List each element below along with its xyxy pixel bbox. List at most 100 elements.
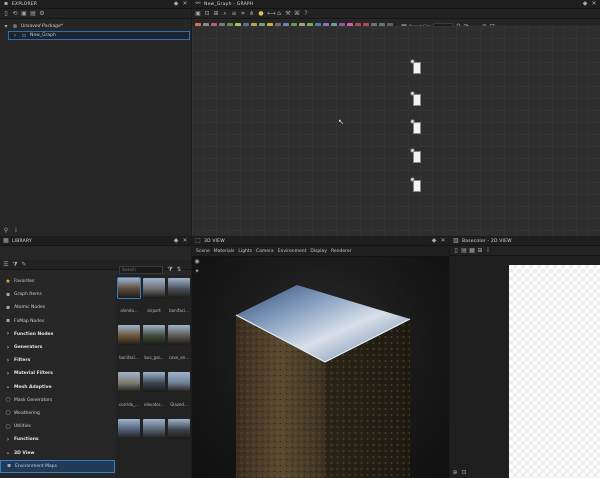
comment-icon[interactable]: ▣ <box>195 10 201 17</box>
menu-camera[interactable]: Camera <box>256 249 274 254</box>
info-icon[interactable]: ⅰ <box>13 228 19 234</box>
close-icon[interactable]: ✕ <box>182 1 188 7</box>
filter-icon[interactable]: ⧩ <box>167 267 173 273</box>
environment-map-thumbnail[interactable] <box>118 325 140 345</box>
explorer-toolbar: ▯ ⟲ ▣ ▤ ⚙ <box>0 9 191 19</box>
library-category-item[interactable]: › Function Nodes <box>0 328 115 341</box>
environment-map-thumbnail[interactable] <box>143 278 165 298</box>
output-node[interactable] <box>410 148 421 163</box>
output-node[interactable] <box>410 59 421 74</box>
close-icon[interactable]: ✕ <box>591 1 597 7</box>
circle-icon: ○ <box>5 396 11 404</box>
magic-icon[interactable]: ⚒ <box>285 10 291 17</box>
share-icon[interactable]: ⋔ <box>249 10 255 17</box>
library-category-item[interactable]: › Functions <box>0 433 115 446</box>
package-row[interactable]: ▾ ⊗ Unsaved Package* <box>0 22 191 31</box>
save-all-icon[interactable]: ▤ <box>30 10 36 17</box>
environment-map-thumbnail[interactable] <box>143 372 165 392</box>
library-category-item[interactable]: ▪ FxMap Nodes <box>0 315 115 328</box>
node-icon[interactable]: ● <box>258 10 264 17</box>
environment-map-thumbnail[interactable] <box>143 419 165 439</box>
library-search-input[interactable]: Search <box>119 266 163 274</box>
menu-display[interactable]: Display <box>310 249 327 254</box>
3d-viewport[interactable]: ◉ ✦ <box>192 257 449 478</box>
frame-icon[interactable]: ⊡ <box>204 10 210 17</box>
2d-view-panel: ▧ Basecolor - 2D VIEW ▯ ▤ ▦ ⊞ ⅰ ⊕ ⊡ <box>450 237 600 478</box>
library-category-item[interactable]: ▪ Atomic Nodes <box>0 301 115 314</box>
2d-view-canvas[interactable] <box>509 265 600 478</box>
param-icon[interactable]: ⟷ <box>267 10 276 17</box>
pin-icon[interactable]: ◆ <box>582 1 588 7</box>
close-icon[interactable]: ✕ <box>182 238 188 244</box>
library-category-item[interactable]: ▪ Graph Items <box>0 288 115 301</box>
output-node[interactable] <box>410 177 421 192</box>
pin-icon[interactable]: ◆ <box>173 1 179 7</box>
library-category-item[interactable]: ★ Favorites <box>0 275 115 288</box>
close-icon[interactable]: ✕ <box>440 238 446 244</box>
library-category-item[interactable]: ○ Utilities <box>0 420 115 433</box>
menu-environment[interactable]: Environment <box>278 249 307 254</box>
snap-icon[interactable]: ⌗ <box>240 10 246 17</box>
new-package-icon[interactable]: ▯ <box>3 10 9 17</box>
chevron-right-icon: › <box>6 369 10 377</box>
link-icon[interactable]: ⚲ <box>3 228 9 234</box>
environment-map-thumbnail[interactable] <box>118 419 140 439</box>
sort-icon[interactable]: ⇅ <box>176 267 182 273</box>
settings-icon[interactable]: ⚙ <box>39 10 45 17</box>
environment-map-thumbnail[interactable] <box>168 325 190 345</box>
library-category-item[interactable]: ○ Mask Generators <box>0 394 115 407</box>
environment-map-thumbnail[interactable] <box>117 277 141 299</box>
environment-map-thumbnail[interactable] <box>118 372 140 392</box>
menu-scene[interactable]: Scene <box>196 249 210 254</box>
library-category-item[interactable]: › Filters <box>0 354 115 367</box>
layout-icon[interactable]: ⊞ <box>213 10 219 17</box>
library-category-item[interactable]: › Generators <box>0 341 115 354</box>
output-node[interactable] <box>410 91 421 106</box>
tag-icon[interactable]: ⌂ <box>276 10 282 17</box>
environment-map-thumbnail[interactable] <box>168 278 190 298</box>
grid-icon[interactable]: ▦ <box>469 247 475 254</box>
graph-row[interactable]: › ▫ New_Graph <box>8 31 190 40</box>
menu-renderer[interactable]: Renderer <box>331 249 352 254</box>
chevron-right-icon: › <box>6 330 10 338</box>
info-icon[interactable]: ⅰ <box>485 247 491 254</box>
fit-icon[interactable]: ⊡ <box>461 470 467 476</box>
edit-icon[interactable]: ✎ <box>21 261 27 268</box>
channels-icon[interactable]: ▤ <box>461 247 467 254</box>
thumbnail-label: corrido_... <box>119 402 139 407</box>
chevron-right-icon[interactable]: › <box>12 32 18 39</box>
chevron-down-icon[interactable]: ▾ <box>3 23 9 30</box>
save-icon[interactable]: ▣ <box>21 10 27 17</box>
pin-icon[interactable]: ◆ <box>431 238 437 244</box>
graph-canvas[interactable]: ↖ <box>192 26 600 236</box>
library-category-label: Atomic Nodes <box>14 305 46 311</box>
library-category-item[interactable]: ▪ Environment Maps <box>0 459 115 473</box>
open-icon[interactable]: ⟲ <box>12 10 18 17</box>
filter-icon[interactable]: ⧩ <box>12 261 18 268</box>
bake-icon[interactable]: ⌘ <box>294 10 300 17</box>
library-category-item[interactable]: ⌄ 3D View <box>0 446 115 459</box>
search-icon[interactable]: ⌕ <box>222 10 228 17</box>
environment-map-thumbnail[interactable] <box>168 372 190 392</box>
explorer-titlebar: ▪ EXPLORER ◆ ✕ <box>0 0 191 9</box>
graph-icon: ⚯ <box>195 0 201 7</box>
menu-lights[interactable]: Lights <box>238 249 252 254</box>
environment-map-thumbnail[interactable] <box>143 325 165 345</box>
library-category-label: Graph Items <box>14 292 42 298</box>
library-category-item[interactable]: ○ Weathering <box>0 407 115 420</box>
menu-materials[interactable]: Materials <box>214 249 235 254</box>
library-category-item[interactable]: ⌄ Mesh Adaptive <box>0 381 115 394</box>
chevron-right-icon: › <box>6 435 10 443</box>
environment-map-thumbnail[interactable] <box>168 419 190 439</box>
library-category-item[interactable]: › Material Filters <box>0 367 115 380</box>
tile-icon[interactable]: ⊞ <box>477 247 483 254</box>
list-view-icon[interactable]: ☰ <box>3 261 9 268</box>
help-icon[interactable]: ? <box>303 10 309 17</box>
pin-icon[interactable]: ◆ <box>173 238 179 244</box>
library-category-list: ★ Favorites ▪ Graph Items ▪ Atomic Nodes ▪ FxMa… <box>0 275 115 478</box>
align-icon[interactable]: ≡ <box>231 10 237 17</box>
zoom-icon[interactable]: ⊕ <box>452 470 458 476</box>
star-icon: ★ <box>5 277 11 285</box>
output-node[interactable] <box>410 119 421 134</box>
document-icon[interactable]: ▯ <box>453 247 459 254</box>
